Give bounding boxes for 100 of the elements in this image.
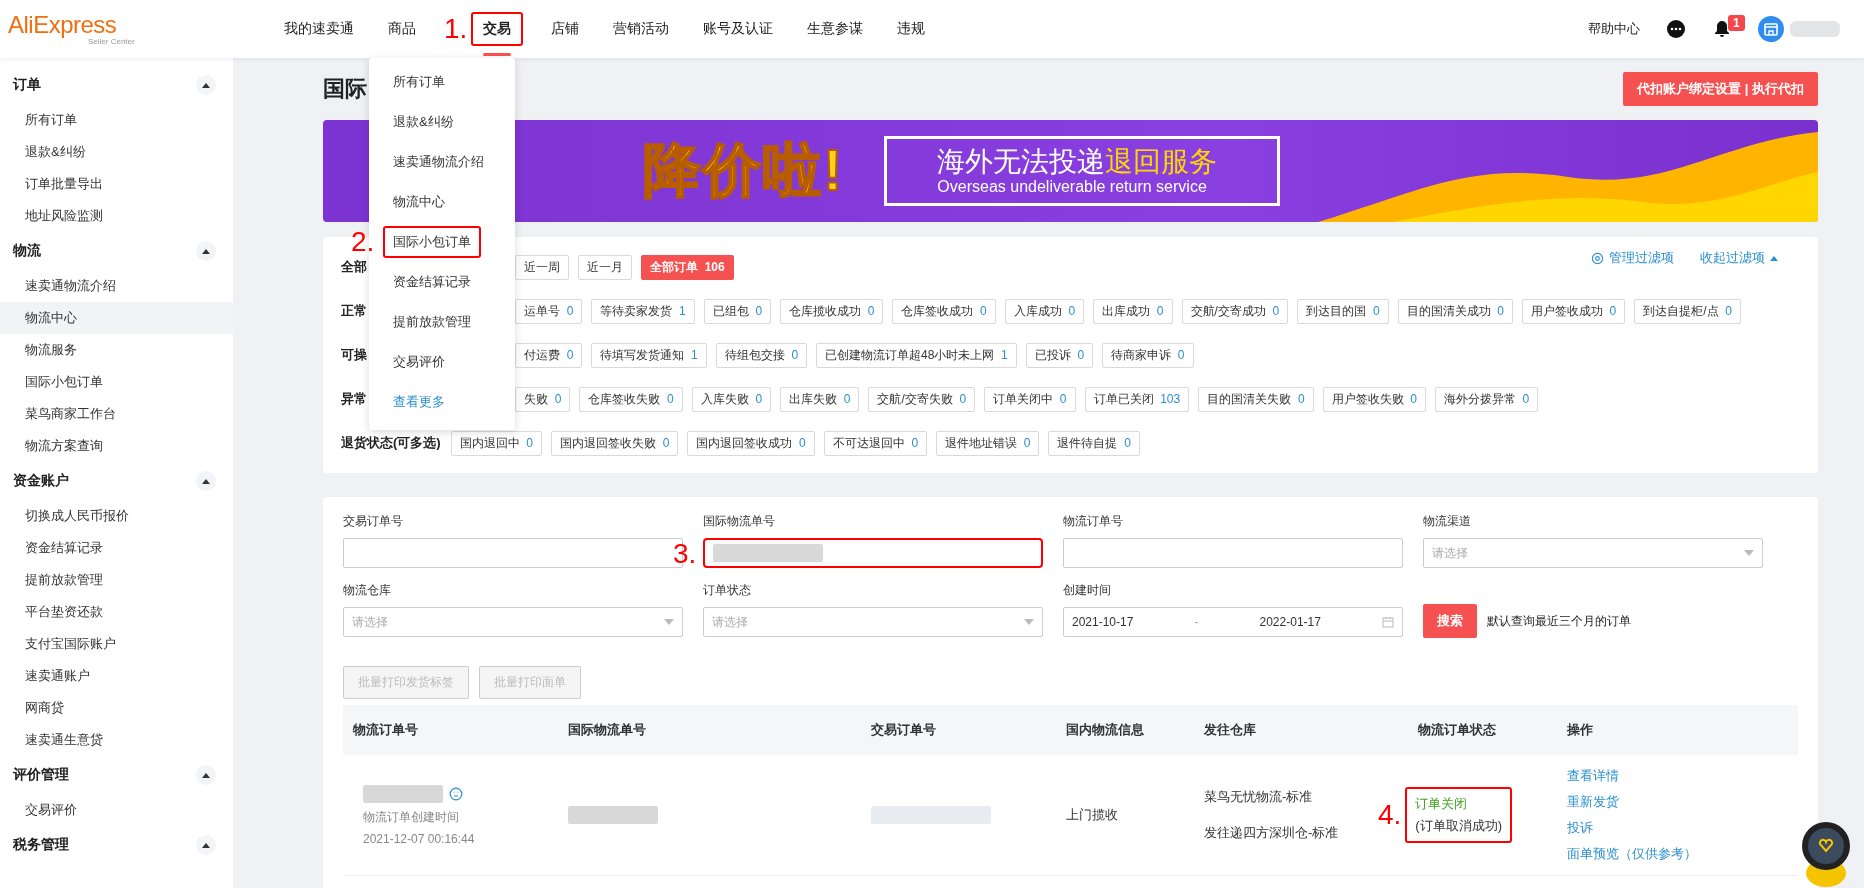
filter-chip[interactable]: 入库成功 0 (1004, 298, 1085, 324)
sidebar-item[interactable]: 物流服务 (0, 334, 233, 366)
date-range-field[interactable]: 2021-10-17 - 2022-01-17 (1063, 607, 1403, 637)
filter-chip[interactable]: 出库失败 0 (780, 386, 860, 412)
sidebar-item[interactable]: 速卖通账户 (0, 660, 233, 692)
sidebar-item[interactable]: 切换成人民币报价 (0, 500, 233, 532)
filter-chip[interactable]: 交航/交寄失败 0 (868, 386, 976, 412)
sidebar-item[interactable]: 地址风险监测 (0, 200, 233, 232)
filter-chip[interactable]: 用户签收成功 0 (1521, 298, 1626, 324)
sidebar-item[interactable]: 提前放款管理 (0, 564, 233, 596)
filter-chip[interactable]: 待组包交接 0 (715, 342, 808, 368)
collapse-toggle[interactable] (196, 241, 216, 261)
filter-chip[interactable]: 到达目的国 0 (1297, 298, 1389, 324)
menu-item[interactable]: 提前放款管理 (393, 308, 471, 336)
collapse-toggle[interactable] (196, 75, 216, 95)
sidebar-item[interactable]: 国际小包订单 (0, 366, 233, 398)
filter-chip[interactable]: 国内退回签收成功 0 (687, 430, 815, 456)
sidebar-item[interactable]: 速卖通生意贷 (0, 724, 233, 756)
clock-face-icon[interactable] (449, 786, 463, 801)
filter-chip[interactable]: 仓库揽收成功 0 (780, 298, 884, 324)
collapse-toggle[interactable] (196, 835, 216, 855)
filter-chip[interactable]: 付运费 0 (515, 342, 583, 368)
action-link[interactable]: 查看详情 (1567, 767, 1798, 785)
nav-tab[interactable]: 生意参谋 (801, 14, 870, 44)
menu-item[interactable]: 资金结算记录 (393, 268, 471, 296)
filter-chip[interactable]: 国内退回中 0 (450, 430, 543, 456)
search-hint: 默认查询最近三个月的订单 (1487, 612, 1631, 630)
filter-chip[interactable]: 出库成功 0 (1093, 298, 1173, 324)
field-label: 交易订单号 (343, 513, 404, 530)
nav-tab[interactable]: 商品 (382, 14, 422, 44)
nav-tab[interactable]: 我的速卖通 (278, 14, 360, 44)
filter-chip[interactable]: 订单关闭中 0 (984, 386, 1076, 412)
menu-item[interactable]: 物流中心 (393, 188, 445, 216)
filter-chip[interactable]: 到达自提柜/点 0 (1634, 298, 1741, 324)
action-link[interactable]: 面单预览（仅供参考） (1567, 845, 1798, 863)
table-cell-text: 发往递四方深圳仓-标准 (1204, 824, 1340, 842)
filter-chip[interactable]: 待填写发货通知 1 (591, 342, 707, 368)
filter-chip[interactable]: 国内退回签收失败 0 (551, 430, 679, 456)
sidebar-item[interactable]: 订单批量导出 (0, 168, 233, 200)
collapse-toggle[interactable] (196, 471, 216, 491)
filter-chip[interactable]: 目的国清关成功 0 (1397, 298, 1513, 324)
filter-chip[interactable]: 等待卖家发货 1 (591, 298, 695, 324)
filter-chip[interactable]: 待商家申诉 0 (1102, 342, 1194, 368)
action-link[interactable]: 重新发货 (1567, 793, 1798, 811)
notification-bell-icon[interactable] (1712, 19, 1732, 39)
filter-chip[interactable]: 海外分拨异常 0 (1434, 386, 1539, 412)
filter-chip[interactable]: 交航/交寄成功 0 (1181, 298, 1289, 324)
filter-chip[interactable]: 订单已关闭 103 (1084, 386, 1190, 412)
filter-chip[interactable]: 不可达退回中 0 (823, 430, 928, 456)
filter-chip[interactable]: 已投诉 0 (1025, 342, 1094, 368)
sidebar-group-title[interactable]: 评价管理 (13, 766, 69, 784)
filter-chip[interactable]: 退件地址错误 0 (936, 430, 1040, 456)
manage-filters-link[interactable]: 管理过滤项 (1609, 249, 1674, 267)
filter-chip[interactable]: 仓库签收成功 0 (892, 298, 996, 324)
action-link[interactable]: 投诉 (1567, 819, 1798, 837)
sidebar-group-title[interactable]: 税务管理 (13, 836, 69, 854)
filter-chip[interactable]: 目的国清关失败 0 (1198, 386, 1314, 412)
menu-item[interactable]: 速卖通物流介绍 (393, 148, 484, 176)
sidebar-item[interactable]: 物流方案查询 (0, 430, 233, 462)
filter-chip[interactable]: 入库失败 0 (691, 386, 772, 412)
sidebar-item[interactable]: 网商贷 (0, 692, 233, 724)
filter-chip[interactable]: 近一周 (515, 254, 569, 280)
filter-chip[interactable]: 已组包 0 (703, 298, 772, 324)
menu-item[interactable]: 所有订单 (393, 68, 445, 96)
nav-tab[interactable]: 交易 (471, 12, 524, 46)
filter-chip[interactable]: 运单号 0 (515, 298, 583, 324)
filter-chip[interactable]: 仓库签收失败 0 (579, 386, 683, 412)
filter-chip[interactable]: 用户签收失败 0 (1322, 386, 1426, 412)
chat-icon[interactable] (1666, 19, 1686, 39)
input-field[interactable] (703, 538, 1043, 568)
menu-item[interactable]: 交易评价 (393, 348, 445, 376)
sidebar-group-title[interactable]: 物流 (13, 242, 41, 260)
menu-item[interactable]: 查看更多 (393, 388, 445, 416)
sidebar-item[interactable]: 资金结算记录 (0, 532, 233, 564)
menu-item[interactable]: 国际小包订单 (383, 226, 481, 258)
sidebar-item[interactable]: 速卖通物流介绍 (0, 270, 233, 302)
nav-tab[interactable]: 违规 (891, 14, 932, 44)
settings-icon[interactable] (1591, 251, 1604, 265)
sidebar-group-title[interactable]: 订单 (13, 76, 41, 94)
field-label: 国际物流单号 (703, 513, 776, 530)
filter-chip[interactable]: 退件待自提 0 (1048, 430, 1140, 456)
sidebar-item[interactable]: 菜鸟商家工作台 (0, 398, 233, 430)
collapse-filters-link[interactable]: 收起过滤项 (1700, 249, 1765, 267)
sidebar-item[interactable]: 所有订单 (0, 104, 233, 136)
sidebar-item[interactable]: 退款&纠纷 (0, 136, 233, 168)
sidebar-item[interactable]: 平台垫资还款 (0, 596, 233, 628)
filter-chip[interactable]: 已创建物流订单超48小时未上网 1 (816, 342, 1017, 368)
help-center-link[interactable]: 帮助中心 (1588, 20, 1640, 38)
filter-chip[interactable]: 失败 0 (515, 386, 571, 412)
nav-tab[interactable]: 账号及认证 (697, 14, 780, 44)
nav-tab[interactable]: 店铺 (545, 14, 586, 44)
collapse-toggle[interactable] (196, 765, 216, 785)
filter-chip[interactable]: 近一月 (578, 254, 632, 280)
sidebar-item[interactable]: 物流中心 (0, 302, 233, 334)
sidebar-group-title[interactable]: 资金账户 (13, 472, 69, 490)
nav-tab[interactable]: 营销活动 (607, 14, 676, 44)
input-field[interactable] (1063, 538, 1403, 568)
store-avatar-icon[interactable] (1758, 16, 1784, 42)
sidebar-item[interactable]: 交易评价 (0, 794, 233, 826)
sidebar-item[interactable]: 支付宝国际账户 (0, 628, 233, 660)
